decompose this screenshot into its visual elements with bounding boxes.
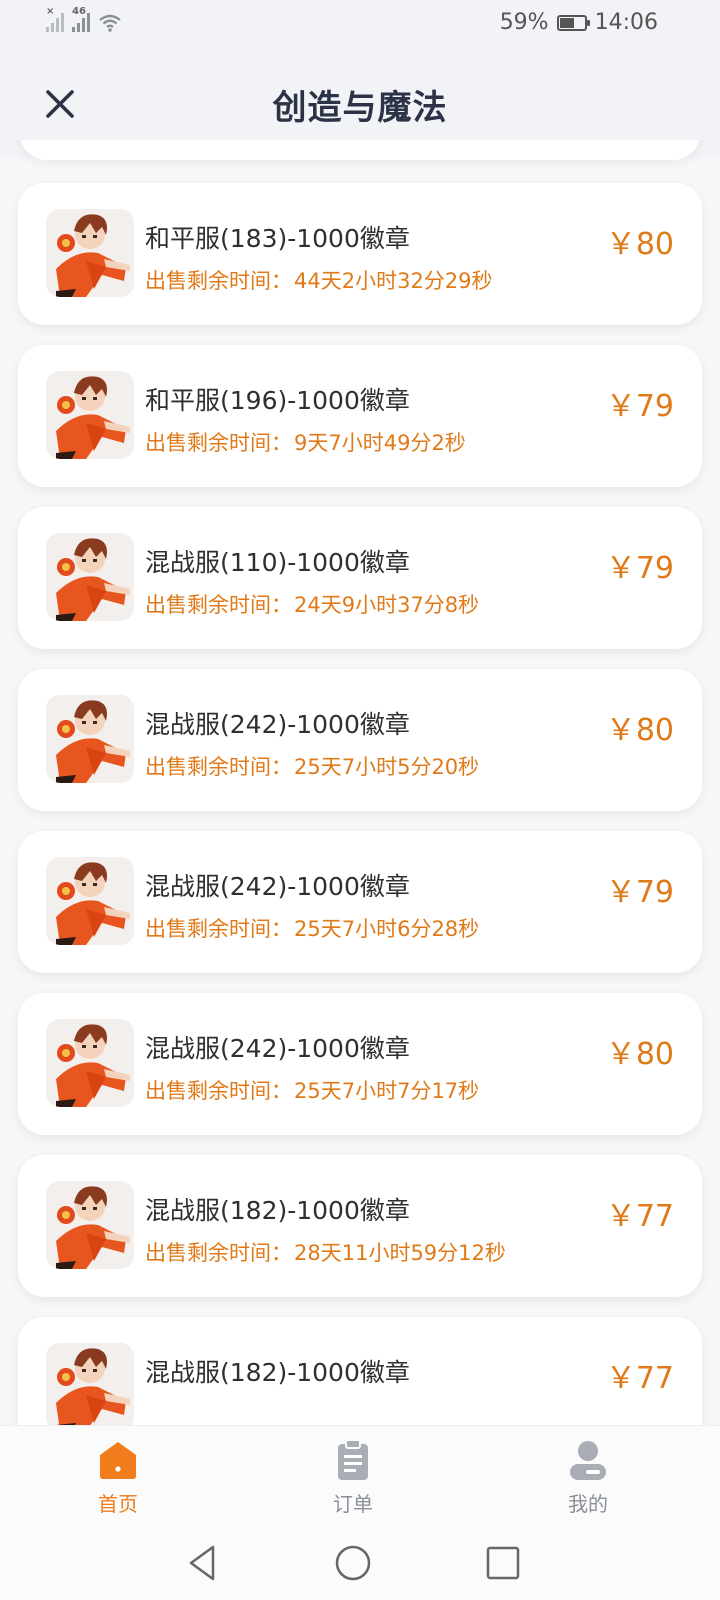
- signal-group: × 46: [46, 6, 122, 32]
- back-icon[interactable]: [183, 1543, 223, 1583]
- product-thumbnail: [46, 533, 134, 621]
- status-right: 59% 14:06: [500, 10, 658, 35]
- sale-timer: 出售剩余时间：25天7小时7分17秒: [145, 1075, 479, 1105]
- no-sim-signal-icon: ×: [46, 6, 64, 32]
- listing-name: 和平服(196)-1000徽章: [145, 386, 410, 415]
- product-thumbnail: [46, 857, 134, 945]
- listing-price: ￥77: [606, 1191, 674, 1235]
- clipboard-icon: [338, 1439, 368, 1480]
- price-amount: 80: [635, 1037, 674, 1072]
- sale-timer-value: 44天2小时32分29秒: [294, 269, 493, 293]
- price-amount: 77: [635, 1199, 674, 1234]
- sale-timer-value: 25天7小时5分20秒: [294, 755, 480, 779]
- currency-symbol: ￥: [605, 551, 636, 586]
- product-thumbnail: [46, 695, 134, 783]
- user-icon: [570, 1441, 606, 1480]
- sale-timer-value: 28天11小时59分12秒: [294, 1241, 506, 1265]
- list-item[interactable]: 混战服(242)-1000徽章出售剩余时间：25天7小时6分28秒 ￥79: [18, 831, 702, 973]
- listing-price: ￥80: [606, 705, 674, 749]
- tab-profile[interactable]: 我的: [528, 1438, 648, 1517]
- currency-symbol: ￥: [605, 389, 636, 424]
- list-item[interactable]: 和平服(196)-1000徽章出售剩余时间：9天7小时49分2秒 ￥79: [18, 345, 702, 487]
- product-thumbnail: [46, 1181, 134, 1269]
- tab-home-label: 首页: [98, 1492, 138, 1516]
- wifi-icon: [99, 14, 121, 32]
- tab-profile-label: 我的: [568, 1492, 608, 1516]
- product-thumbnail: [46, 1019, 134, 1107]
- price-amount: 80: [635, 227, 674, 262]
- bottom-tab-bar: 首页 订单 我的: [0, 1425, 720, 1526]
- product-thumbnail: [46, 371, 134, 459]
- sale-timer: 出售剩余时间：9天7小时49分2秒: [145, 427, 466, 457]
- product-thumbnail: [46, 1343, 134, 1425]
- listing-price: ￥79: [606, 381, 674, 425]
- listing-name: 混战服(242)-1000徽章: [145, 710, 410, 739]
- sale-timer-value: 25天7小时6分28秒: [294, 917, 480, 941]
- currency-symbol: ￥: [605, 1361, 636, 1396]
- battery-percent: 59%: [499, 10, 549, 35]
- list-item[interactable]: 混战服(242)-1000徽章出售剩余时间：25天7小时5分20秒 ￥80: [18, 669, 702, 811]
- list-item[interactable]: 和平服(183)-1000徽章出售剩余时间：44天2小时32分29秒 ￥80: [18, 183, 702, 325]
- sale-timer-value: 25天7小时7分17秒: [294, 1079, 480, 1103]
- clock: 14:06: [594, 10, 658, 35]
- cell-signal-icon: 46: [72, 6, 90, 32]
- list-item[interactable]: 混战服(182)-1000徽章 ￥77: [18, 1317, 702, 1425]
- sale-timer-label: 出售剩余时间：: [145, 269, 292, 293]
- listing-name: 混战服(242)-1000徽章: [145, 872, 410, 901]
- price-amount: 79: [635, 389, 674, 424]
- sale-timer: 出售剩余时间：25天7小时6分28秒: [145, 913, 479, 943]
- listing-list[interactable]: 和平服(183)-1000徽章 出售剩余时间：44天2小时32分29秒 ￥80 和平服…: [0, 140, 720, 1425]
- listing-price: ￥79: [606, 543, 674, 587]
- listing-name: 和平服(183)-1000徽章: [145, 224, 410, 253]
- tab-home[interactable]: 首页: [58, 1438, 178, 1517]
- sale-timer: 出售剩余时间：24天9小时37分8秒: [145, 589, 479, 619]
- page-title: 创造与魔法: [272, 88, 448, 128]
- listing-name: 混战服(110)-1000徽章: [145, 548, 410, 577]
- list-item-partial[interactable]: [20, 140, 700, 160]
- list-item[interactable]: 混战服(110)-1000徽章出售剩余时间：24天9小时37分8秒 ￥79: [18, 507, 702, 649]
- currency-symbol: ￥: [605, 875, 636, 910]
- status-bar: × 46 59% 14:06: [0, 0, 720, 50]
- product-thumbnail: [46, 209, 134, 297]
- sale-timer-label: 出售剩余时间：: [145, 917, 292, 941]
- battery-fill: [559, 17, 574, 28]
- listing-name: 混战服(182)-1000徽章: [145, 1358, 410, 1387]
- currency-symbol: ￥: [605, 227, 636, 262]
- sale-timer-value: 9天7小时49分2秒: [294, 431, 466, 455]
- listing-price: ￥80: [606, 1029, 674, 1073]
- price-amount: 79: [635, 875, 674, 910]
- tab-orders[interactable]: 订单: [293, 1438, 413, 1517]
- sale-timer: 出售剩余时间：28天11小时59分12秒: [145, 1237, 506, 1267]
- home-icon: [100, 1442, 136, 1479]
- currency-symbol: ￥: [605, 713, 636, 748]
- listing-price: ￥80: [606, 219, 674, 263]
- listing-price: ￥79: [606, 867, 674, 911]
- sale-timer-label: 出售剩余时间：: [145, 1241, 292, 1265]
- sale-timer: 出售剩余时间：25天7小时5分20秒: [145, 751, 479, 781]
- price-amount: 77: [635, 1361, 674, 1396]
- home-circle-icon[interactable]: [333, 1543, 373, 1583]
- battery-icon: [556, 14, 590, 31]
- currency-symbol: ￥: [605, 1199, 636, 1234]
- list-item[interactable]: 混战服(242)-1000徽章出售剩余时间：25天7小时7分17秒 ￥80: [18, 993, 702, 1135]
- network-type-label: 46: [72, 6, 86, 17]
- list-item[interactable]: 混战服(182)-1000徽章出售剩余时间：28天11小时59分12秒 ￥77: [18, 1155, 702, 1297]
- system-nav-bar: [0, 1525, 720, 1600]
- sale-timer: 出售剩余时间：44天2小时32分29秒: [145, 265, 493, 295]
- listing-name: 混战服(242)-1000徽章: [145, 1034, 410, 1063]
- sale-timer-label: 出售剩余时间：: [145, 431, 292, 455]
- price-amount: 80: [635, 713, 674, 748]
- price-amount: 79: [635, 551, 674, 586]
- sale-timer-value: 24天9小时37分8秒: [294, 593, 480, 617]
- recents-icon[interactable]: [483, 1543, 523, 1583]
- sale-timer-label: 出售剩余时间：: [145, 593, 292, 617]
- listing-name: 混战服(182)-1000徽章: [145, 1196, 410, 1225]
- tab-orders-label: 订单: [333, 1492, 373, 1516]
- currency-symbol: ￥: [605, 1037, 636, 1072]
- sale-timer-label: 出售剩余时间：: [145, 755, 292, 779]
- sale-timer-label: 出售剩余时间：: [145, 1079, 292, 1103]
- listing-price: ￥77: [606, 1353, 674, 1397]
